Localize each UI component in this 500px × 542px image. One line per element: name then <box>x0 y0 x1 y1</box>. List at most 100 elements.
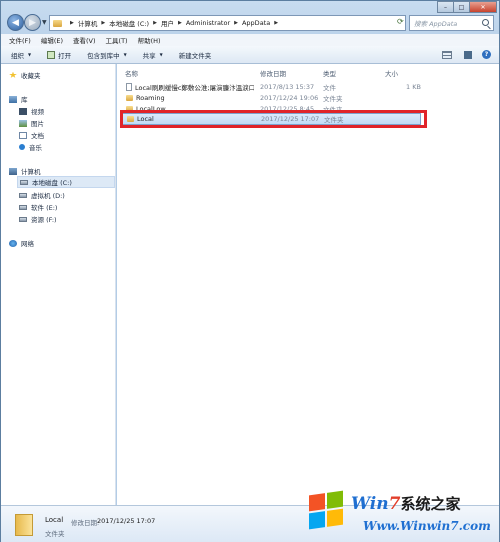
picture-icon <box>19 119 27 127</box>
recent-pages-chevron-icon[interactable]: ▼ <box>42 19 47 26</box>
menu-view[interactable]: 查看(V) <box>73 35 96 45</box>
file-name: Roaming <box>136 93 165 102</box>
menu-tools[interactable]: 工具(T) <box>106 35 128 45</box>
watermark-url: Www.Winwin7.com <box>363 519 491 533</box>
music-icon <box>19 144 25 150</box>
column-header-name[interactable]: 名称 <box>125 68 138 78</box>
file-name: Local刷刷缓慢c鄭敷公淮;屠演臁汴溫淚口... <box>135 83 254 92</box>
nav-pictures[interactable]: 图片 <box>19 118 44 128</box>
file-row[interactable]: Local刷刷缓慢c鄭敷公淮;屠演臁汴溫淚口... 2017/8/13 15:3… <box>121 81 421 92</box>
star-icon <box>9 71 17 78</box>
refresh-icon[interactable]: ⟳ <box>397 17 404 26</box>
document-icon <box>19 131 27 139</box>
nav-network[interactable]: 网络 <box>9 238 34 248</box>
column-header-date[interactable]: 修改日期 <box>260 68 286 78</box>
computer-icon <box>9 167 17 175</box>
file-icon <box>126 82 132 91</box>
nav-label: 网络 <box>21 240 34 248</box>
file-list: 名称 修改日期 类型 大小 Local刷刷缓慢c鄭敷公淮;屠演臁汴溫淚口... … <box>117 64 499 505</box>
folder-icon <box>53 19 62 27</box>
nav-computer[interactable]: 计算机 <box>9 166 41 176</box>
open-button[interactable]: 打开 <box>47 50 71 60</box>
breadcrumb-separator: ▶ <box>234 20 238 26</box>
share-button[interactable]: 共享 ▼ <box>143 50 163 60</box>
file-date: 2017/12/24 19:06 <box>260 93 319 102</box>
column-header-size[interactable]: 大小 <box>385 68 398 78</box>
nav-drive-f[interactable]: 资源 (F:) <box>19 214 57 224</box>
nav-label: 视频 <box>31 108 44 116</box>
breadcrumb-users[interactable]: 用户 <box>161 18 174 28</box>
open-label: 打开 <box>58 51 72 60</box>
watermark-win: Win <box>351 494 389 514</box>
nav-music[interactable]: 音乐 <box>19 142 42 152</box>
breadcrumb-computer[interactable]: 计算机 <box>78 18 98 28</box>
breadcrumb-drive-c[interactable]: 本地磁盘 (C:) <box>109 18 149 28</box>
forward-button[interactable]: ▶ <box>24 14 41 31</box>
annotation-highlight-box <box>120 110 427 128</box>
back-button[interactable]: ◀ <box>7 14 24 31</box>
file-size: 1 KB <box>406 82 421 91</box>
nav-documents[interactable]: 文档 <box>19 130 44 140</box>
open-icon <box>47 50 56 59</box>
breadcrumb-appdata[interactable]: AppData <box>242 19 270 27</box>
nav-label: 图片 <box>31 120 44 128</box>
breadcrumb-separator: ▶ <box>70 20 74 26</box>
share-label: 共享 <box>142 51 156 60</box>
nav-drive-e[interactable]: 软件 (E:) <box>19 202 57 212</box>
breadcrumb-separator: ▶ <box>101 20 106 26</box>
file-type: 文件夹 <box>323 94 343 103</box>
help-icon[interactable]: ? <box>482 50 491 59</box>
include-in-library-button[interactable]: 包含到库中 ▼ <box>87 50 127 60</box>
file-type: 文件 <box>323 83 336 92</box>
menu-help[interactable]: 帮助(H) <box>138 35 161 45</box>
file-name-cell: Roaming <box>126 94 254 102</box>
menu-file[interactable]: 文件(F) <box>9 35 31 45</box>
address-bar[interactable]: ▶ 计算机 ▶ 本地磁盘 (C:) ▶ 用户 ▶ Administrator ▶… <box>49 15 406 31</box>
watermark-title: Win7系统之家 <box>351 493 460 514</box>
preview-pane-icon[interactable] <box>464 50 472 59</box>
close-button[interactable]: ✕ <box>469 1 497 13</box>
change-view-icon[interactable] <box>442 50 452 59</box>
search-input[interactable]: 搜索 AppData <box>409 15 494 31</box>
nav-label: 虚拟机 (D:) <box>31 192 65 200</box>
video-icon <box>19 107 27 115</box>
library-icon <box>9 95 17 103</box>
folder-icon <box>15 514 33 536</box>
nav-label: 库 <box>21 96 28 104</box>
windows-logo-icon <box>309 490 343 530</box>
chevron-down-icon: ▼ <box>123 52 127 57</box>
drive-icon <box>19 192 27 198</box>
nav-drive-c[interactable]: 本地磁盘 (C:) <box>17 176 115 188</box>
nav-libraries[interactable]: 库 <box>9 94 28 104</box>
network-icon <box>9 239 17 247</box>
breadcrumb-separator: ▶ <box>274 20 279 26</box>
nav-drive-d[interactable]: 虚拟机 (D:) <box>19 190 65 200</box>
chevron-down-icon: ▼ <box>159 52 163 57</box>
search-icon <box>482 19 489 26</box>
explorer-window: – □ ✕ ◀ ▶ ▼ ▶ 计算机 ▶ 本地磁盘 (C:) ▶ 用户 ▶ Adm… <box>0 0 500 542</box>
file-date: 2017/8/13 15:37 <box>260 82 315 91</box>
breadcrumb-administrator[interactable]: Administrator <box>186 19 230 27</box>
watermark-seven: 7 <box>388 494 401 514</box>
nav-label: 资源 (F:) <box>31 216 57 224</box>
organize-label: 组织 <box>11 51 24 60</box>
nav-favorites[interactable]: 收藏夹 <box>9 70 41 80</box>
new-folder-label: 新建文件夹 <box>178 51 212 60</box>
new-folder-button[interactable]: 新建文件夹 <box>179 50 212 60</box>
drive-icon <box>19 216 27 222</box>
minimize-button[interactable]: – <box>437 1 454 13</box>
folder-row[interactable]: Roaming 2017/12/24 19:06 文件夹 <box>121 92 421 103</box>
nav-videos[interactable]: 视频 <box>19 106 44 116</box>
nav-label: 软件 (E:) <box>31 204 58 212</box>
watermark-cn: 系统之家 <box>400 495 461 513</box>
nav-label: 收藏夹 <box>21 72 41 80</box>
folder-icon <box>126 94 133 101</box>
details-type: 文件夹 <box>45 530 65 538</box>
view-controls: ? <box>442 50 491 59</box>
maximize-button[interactable]: □ <box>453 1 470 13</box>
address-row: ◀ ▶ ▼ ▶ 计算机 ▶ 本地磁盘 (C:) ▶ 用户 ▶ Administr… <box>5 13 495 33</box>
menu-edit[interactable]: 编辑(E) <box>41 35 63 45</box>
column-header-type[interactable]: 类型 <box>323 68 336 78</box>
navigation-pane: 收藏夹 库 视频 图片 文档 音乐 计算机 本地磁盘 (C:) 虚拟机 (D:)… <box>1 64 116 505</box>
organize-button[interactable]: 组织 ▼ <box>11 50 31 60</box>
